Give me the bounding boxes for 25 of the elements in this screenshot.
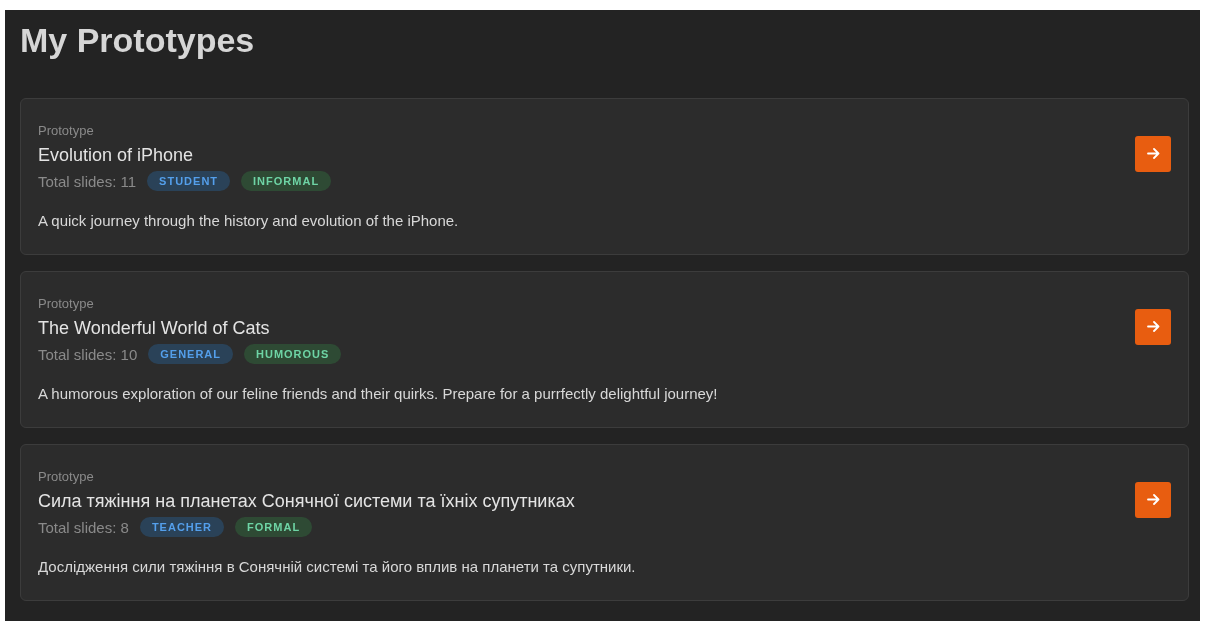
tag: TEACHER: [139, 517, 225, 537]
page-title: My Prototypes: [20, 20, 256, 60]
open-button[interactable]: [1135, 481, 1171, 518]
prototype-description: A humorous exploration of our feline friends and their quirks. Prepare for a purrfectly delightful journey!: [38, 384, 719, 404]
arrow-right-icon: [1146, 494, 1160, 505]
tag: FORMAL: [235, 517, 313, 537]
card-label: Prototype: [38, 122, 95, 140]
prototype-description: Дослідження сили тяжіння в Сонячній системі та його вплив на планети та супутники.: [38, 557, 637, 577]
prototype-title: The Wonderful World of Cats: [38, 317, 271, 340]
prototype-title: Evolution of iPhone: [38, 144, 195, 167]
tag: STUDENT: [147, 171, 231, 191]
tag: INFORMAL: [241, 171, 332, 191]
card-label: Prototype: [38, 468, 95, 486]
arrow-right-icon: [1146, 321, 1160, 332]
tag: GENERAL: [148, 344, 233, 364]
open-button[interactable]: [1135, 135, 1171, 172]
tag: HUMOROUS: [244, 344, 342, 364]
slide-count: Total slides: 10: [38, 345, 138, 363]
prototype-description: A quick journey through the history and evolution of the iPhone.: [38, 211, 460, 231]
arrow-right-icon: [1146, 148, 1160, 159]
slide-count: Total slides: 11: [38, 172, 137, 190]
open-button[interactable]: [1135, 308, 1171, 345]
slide-count: Total slides: 8: [38, 518, 129, 536]
card-label: Prototype: [38, 295, 95, 313]
prototype-title: Сила тяжіння на планетах Сонячної системи та їхніх супутниках: [38, 490, 576, 513]
